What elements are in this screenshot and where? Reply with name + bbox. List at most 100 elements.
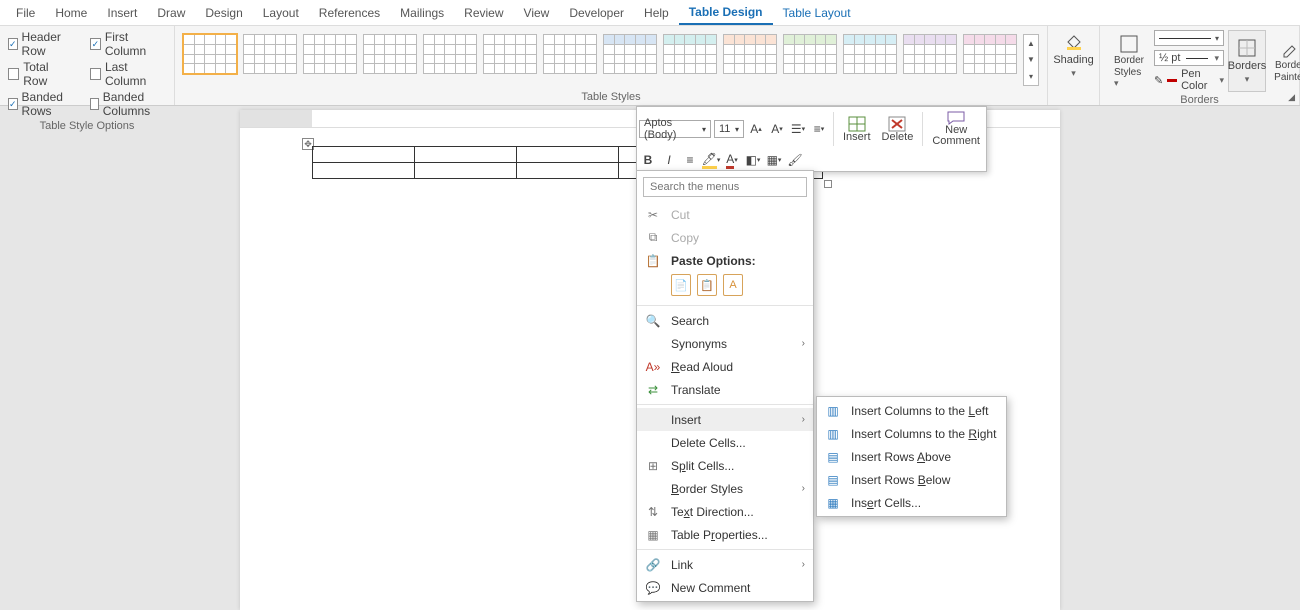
tab-mailings[interactable]: Mailings (390, 2, 454, 24)
ctx-new-comment[interactable]: 💬New Comment (637, 576, 813, 599)
increase-font-icon[interactable]: A▴ (747, 120, 765, 138)
ctx-split-cells[interactable]: ⊞Split Cells... (637, 454, 813, 477)
sub-insert-cells-label: Insert Cells... (851, 496, 921, 510)
ctx-insert[interactable]: Insert› (637, 408, 813, 431)
ctx-cut[interactable]: ✂Cut (637, 203, 813, 226)
copy-icon: ⧉ (645, 230, 661, 246)
group-shading: Shading ▾ (1048, 26, 1100, 105)
pen-color-label: Pen Color (1181, 68, 1215, 92)
sub-cols-right[interactable]: ▥Insert Columns to the Right (817, 422, 1006, 445)
table-style-swatch[interactable] (603, 34, 657, 74)
paint-bucket-icon (1064, 32, 1084, 52)
tab-developer[interactable]: Developer (559, 2, 634, 24)
table-style-swatch[interactable] (483, 34, 537, 74)
ctx-copy-label: Copy (671, 231, 699, 245)
border-styles-button[interactable]: Border Styles ▾ (1108, 30, 1150, 92)
table-style-swatch[interactable] (963, 34, 1017, 74)
bullets-icon[interactable]: ☰▾ (789, 120, 807, 138)
pen-color-button[interactable]: ✎Pen Color ▾ (1154, 68, 1224, 92)
sub-rows-below[interactable]: ▤Insert Rows Below (817, 468, 1006, 491)
shading-button[interactable]: Shading ▾ (1056, 30, 1091, 81)
tab-table-layout[interactable]: Table Layout (773, 2, 861, 24)
insert-submenu: ▥Insert Columns to the Left ▥Insert Colu… (816, 396, 1007, 517)
chk-last-col[interactable]: Last Column (90, 60, 166, 88)
tab-home[interactable]: Home (45, 2, 97, 24)
shading-mini-icon[interactable]: ◧▾ (744, 151, 762, 169)
ctx-text-direction[interactable]: ⇅Text Direction... (637, 500, 813, 523)
chk-first-col[interactable]: First Column (90, 30, 166, 58)
paste-merge-icon[interactable]: 📋 (697, 274, 717, 296)
font-color-icon[interactable]: A▾ (723, 151, 741, 169)
table-style-swatch[interactable] (903, 34, 957, 74)
mini-insert-button[interactable]: Insert (839, 114, 875, 145)
table-style-swatch[interactable] (183, 34, 237, 74)
table-style-swatch[interactable] (243, 34, 297, 74)
table-style-swatch[interactable] (543, 34, 597, 74)
mini-insert-label: Insert (843, 132, 871, 143)
ctx-read-aloud[interactable]: A»Read Aloud (637, 355, 813, 378)
tab-references[interactable]: References (309, 2, 390, 24)
numbering-icon[interactable]: ≡▾ (810, 120, 828, 138)
chevron-right-icon: › (802, 559, 805, 570)
table-style-swatch[interactable] (303, 34, 357, 74)
line-style-select[interactable]: ▾ (1154, 30, 1224, 46)
ctx-search[interactable]: 🔍Search (637, 309, 813, 332)
chk-total-row[interactable]: Total Row (8, 60, 72, 88)
context-menu-search[interactable] (643, 177, 807, 197)
tab-file[interactable]: File (6, 2, 45, 24)
borders-button[interactable]: Borders ▾ (1228, 30, 1266, 92)
ctx-border-styles[interactable]: Border Styles› (637, 477, 813, 500)
table-style-swatch[interactable] (723, 34, 777, 74)
mini-new-comment-button[interactable]: New Comment (928, 109, 984, 149)
table-resize-handle[interactable] (824, 180, 832, 188)
border-painter-button[interactable]: Border Painter (1270, 30, 1300, 92)
ctx-synonyms[interactable]: Synonyms› (637, 332, 813, 355)
tab-insert[interactable]: Insert (97, 2, 147, 24)
ctx-delete-cells[interactable]: Delete Cells... (637, 431, 813, 454)
tab-review[interactable]: Review (454, 2, 513, 24)
context-menu-search-input[interactable] (643, 177, 807, 197)
line-width-select[interactable]: ½ pt▾ (1154, 50, 1224, 66)
tab-layout[interactable]: Layout (253, 2, 309, 24)
table-style-swatch[interactable] (663, 34, 717, 74)
mini-delete-button[interactable]: Delete (878, 114, 918, 145)
ctx-translate[interactable]: ⇄Translate (637, 378, 813, 401)
table-style-swatch[interactable] (783, 34, 837, 74)
mini-size-select[interactable]: 11▾ (714, 120, 744, 138)
sub-insert-cells[interactable]: ▦Insert Cells... (817, 491, 1006, 514)
ctx-split-cells-label: Split Cells... (671, 459, 734, 473)
ctx-link[interactable]: 🔗Link› (637, 553, 813, 576)
chk-first-col-label: First Column (105, 30, 166, 58)
sub-rows-above[interactable]: ▤Insert Rows Above (817, 445, 1006, 468)
tab-help[interactable]: Help (634, 2, 679, 24)
paste-text-only-icon[interactable]: A (723, 274, 743, 296)
tab-draw[interactable]: Draw (147, 2, 195, 24)
sub-rows-above-label: Insert Rows Above (851, 450, 951, 464)
insert-table-icon (848, 116, 866, 132)
chk-header-row[interactable]: Header Row (8, 30, 72, 58)
table-style-more[interactable]: ▲▼▾ (1023, 34, 1039, 86)
table-style-swatch[interactable] (363, 34, 417, 74)
tab-design[interactable]: Design (195, 2, 252, 24)
borders-mini-icon[interactable]: ▦▾ (765, 151, 783, 169)
tab-view[interactable]: View (514, 2, 560, 24)
bold-icon[interactable]: B (639, 151, 657, 169)
align-icon[interactable]: ≡ (681, 151, 699, 169)
ctx-table-properties[interactable]: ▦Table Properties... (637, 523, 813, 546)
dialog-launcher-icon[interactable]: ◢ (1288, 92, 1295, 103)
paste-keep-source-icon[interactable]: 📄 (671, 274, 691, 296)
table-style-swatch[interactable] (843, 34, 897, 74)
border-painter-icon (1280, 39, 1300, 59)
ctx-link-label: Link (671, 558, 693, 572)
highlight-icon[interactable]: 🖊▾ (702, 151, 720, 169)
mini-font-select[interactable]: Aptos (Body)▾ (639, 120, 711, 138)
format-painter-icon[interactable]: 🖌 (786, 151, 804, 169)
ctx-synonyms-label: Synonyms (671, 337, 727, 351)
table-style-swatch[interactable] (423, 34, 477, 74)
group-table-style-options: Header Row Total Row Banded Rows First C… (0, 26, 175, 105)
ctx-copy[interactable]: ⧉ Copy (637, 226, 813, 249)
sub-cols-left[interactable]: ▥Insert Columns to the Left (817, 399, 1006, 422)
decrease-font-icon[interactable]: A▾ (768, 120, 786, 138)
tab-table-design[interactable]: Table Design (679, 1, 773, 25)
italic-icon[interactable]: I (660, 151, 678, 169)
